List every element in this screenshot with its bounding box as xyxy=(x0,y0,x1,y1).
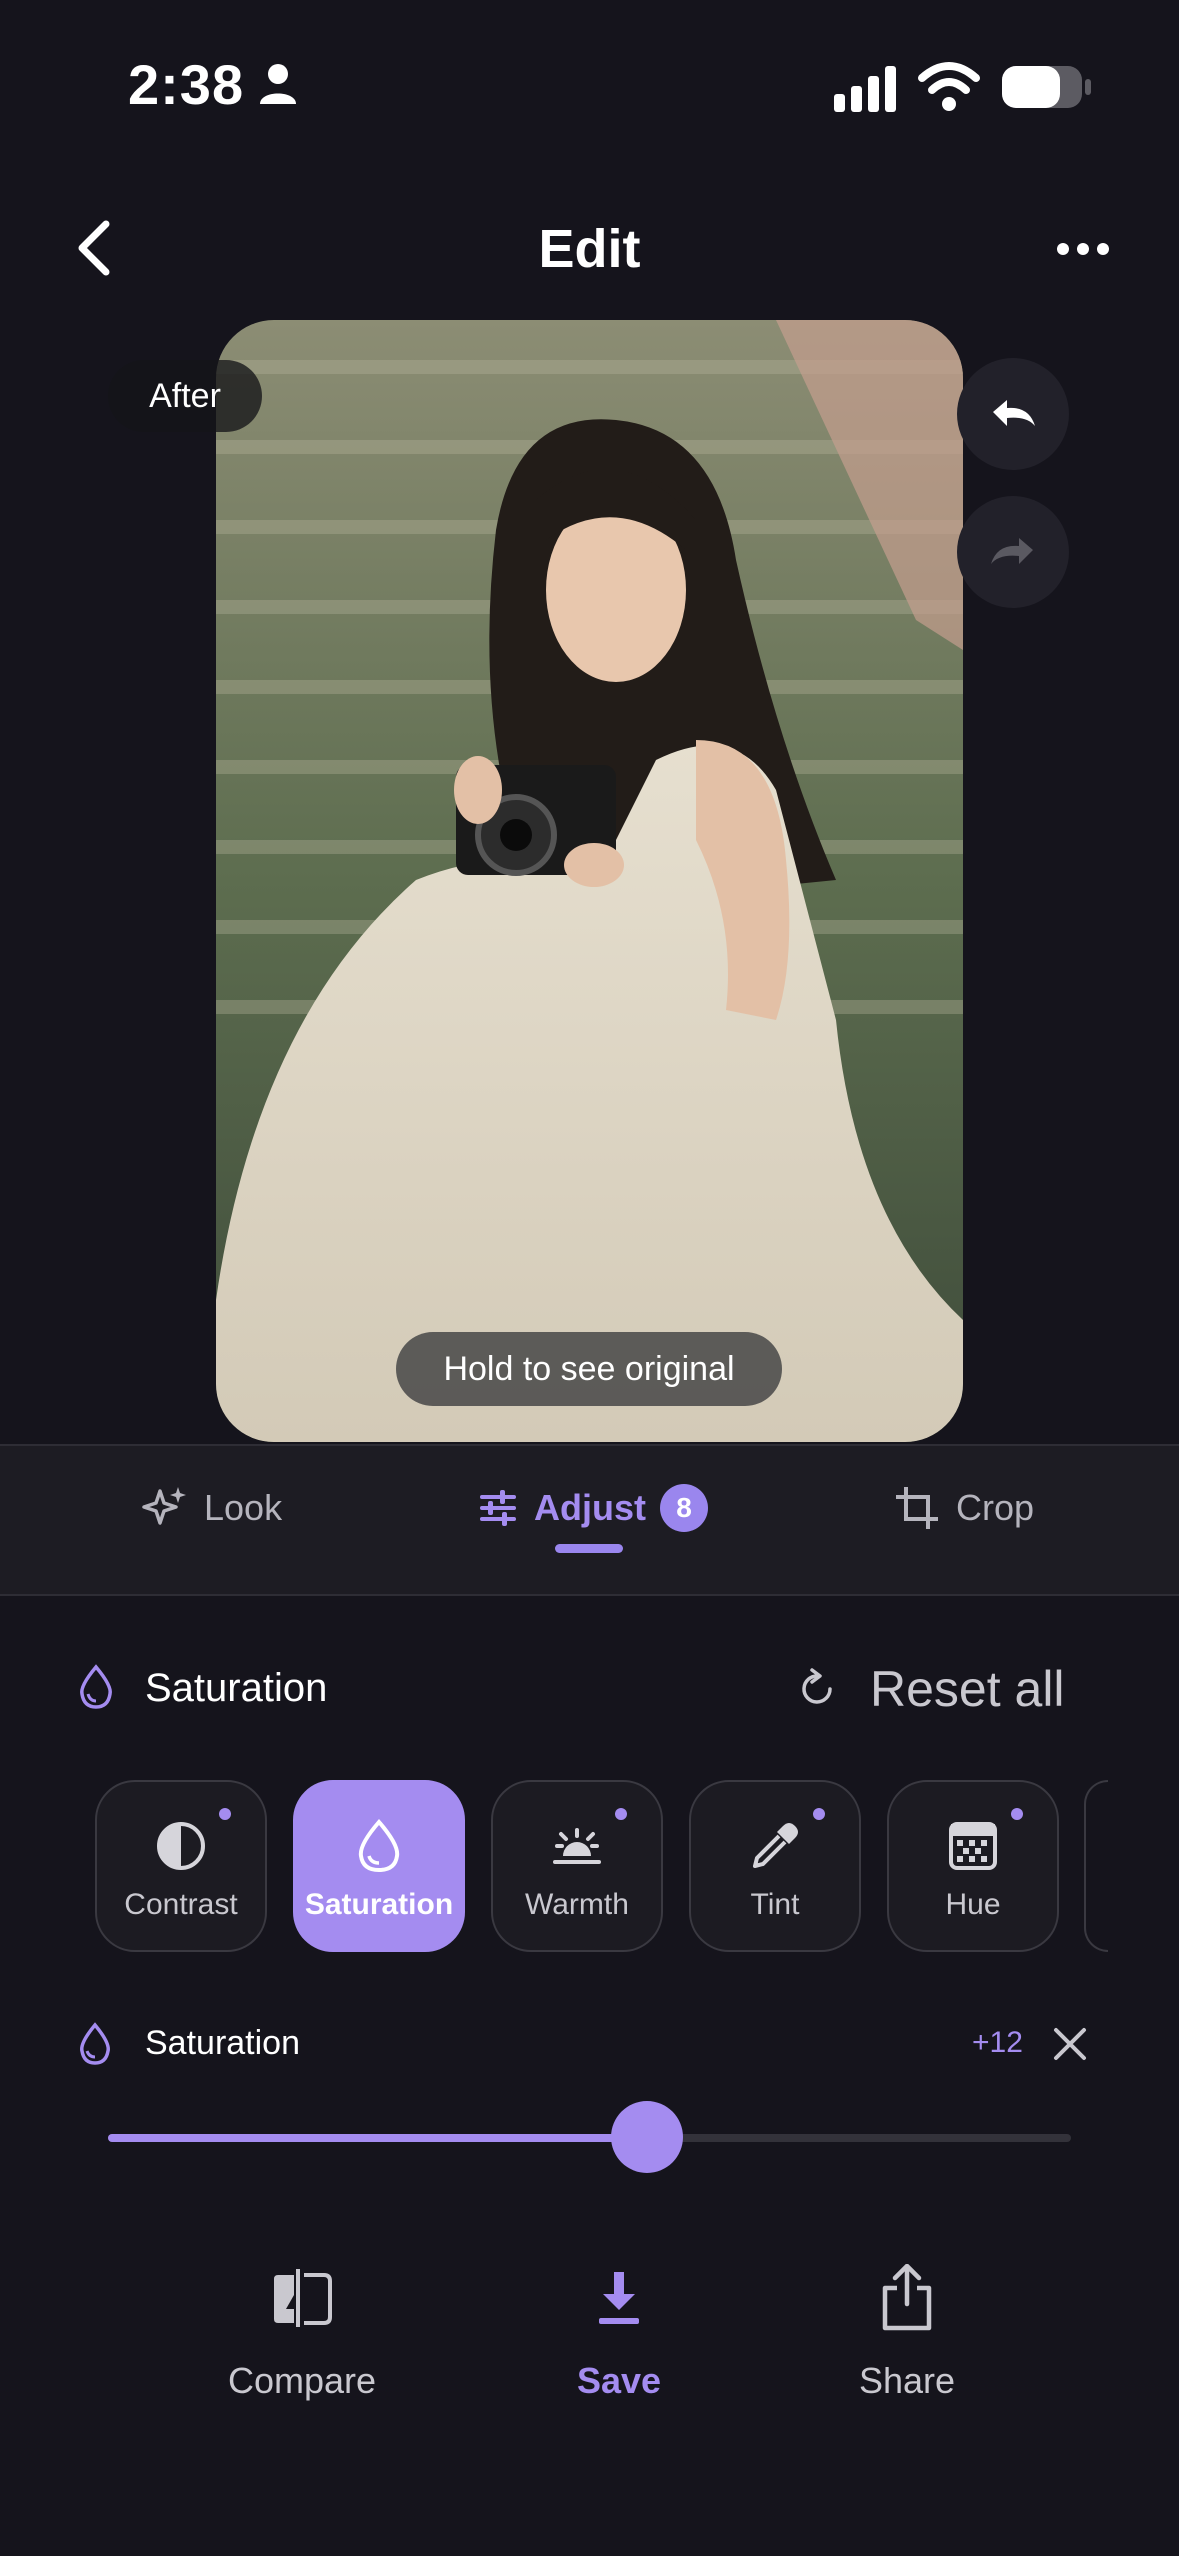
sliders-icon xyxy=(480,1490,516,1526)
tool-hue[interactable]: Hue xyxy=(887,1780,1059,1952)
share-button[interactable]: Share xyxy=(787,2262,1027,2402)
tool-contrast[interactable]: Contrast xyxy=(95,1780,267,1952)
person-icon xyxy=(260,64,296,104)
cellular-signal-icon xyxy=(834,66,896,112)
battery-icon xyxy=(1002,66,1091,108)
modified-dot xyxy=(1011,1808,1023,1820)
portrait-photo xyxy=(216,320,963,1442)
download-icon xyxy=(599,2272,639,2324)
droplet-icon xyxy=(80,2022,110,2065)
crop-icon xyxy=(896,1487,938,1529)
compare-label: Compare xyxy=(227,2360,377,2401)
tool-contrast-label: Contrast xyxy=(124,1888,238,1921)
after-label: After xyxy=(108,360,262,432)
active-tab-indicator xyxy=(555,1544,623,1553)
adjust-count-badge: 8 xyxy=(660,1484,708,1532)
tool-tint[interactable]: Tint xyxy=(689,1780,861,1952)
save-button[interactable]: Save xyxy=(499,2262,739,2402)
sparkle-icon xyxy=(142,1487,186,1525)
redo-button[interactable] xyxy=(957,496,1069,608)
slider-fill xyxy=(108,2134,647,2142)
tab-crop[interactable]: Crop xyxy=(894,1474,1034,1542)
page-title: Edit xyxy=(538,219,641,279)
droplet-icon xyxy=(358,1818,400,1873)
share-label: Share xyxy=(858,2360,956,2401)
reset-all-label: Reset all xyxy=(870,1661,1065,1717)
save-label: Save xyxy=(576,2360,662,2401)
undo-button[interactable] xyxy=(957,358,1069,470)
wifi-icon xyxy=(918,62,980,111)
reset-icon xyxy=(802,1668,832,1704)
tab-adjust[interactable]: Adjust 8 xyxy=(478,1474,708,1542)
tool-tint-label: Tint xyxy=(750,1888,800,1921)
hold-to-see-original-hint[interactable]: Hold to see original xyxy=(396,1332,782,1406)
tool-hue-label: Hue xyxy=(945,1888,1001,1921)
redo-icon xyxy=(991,538,1033,564)
sunrise-icon xyxy=(553,1828,601,1864)
modified-dot xyxy=(219,1808,231,1820)
tool-saturation-label: Saturation xyxy=(304,1888,454,1921)
tool-warmth[interactable]: Warmth xyxy=(491,1780,663,1952)
more-options-icon[interactable] xyxy=(1056,236,1110,262)
close-icon[interactable] xyxy=(1052,2026,1088,2062)
slider-label: Saturation xyxy=(145,2024,300,2062)
slider-value: +12 xyxy=(972,2026,1023,2059)
tab-look-label: Look xyxy=(204,1487,283,1528)
modified-dot xyxy=(615,1808,627,1820)
current-adjustment-title: Saturation xyxy=(145,1666,328,1710)
status-time: 2:38 xyxy=(128,53,245,116)
slider-thumb[interactable] xyxy=(611,2101,683,2173)
tool-partial-next[interactable] xyxy=(1084,1780,1108,1952)
tab-crop-label: Crop xyxy=(956,1487,1035,1528)
share-icon xyxy=(882,2264,932,2331)
modified-dot xyxy=(813,1808,825,1820)
compare-icon xyxy=(274,2269,332,2327)
contrast-icon xyxy=(157,1822,205,1870)
droplet-icon xyxy=(80,1664,112,1709)
tool-warmth-label: Warmth xyxy=(525,1888,629,1921)
compare-button[interactable]: Compare xyxy=(182,2262,422,2402)
tab-look[interactable]: Look xyxy=(142,1474,282,1542)
tool-saturation[interactable]: Saturation xyxy=(293,1780,465,1952)
photo-preview[interactable] xyxy=(216,320,963,1442)
gradient-grid-icon xyxy=(949,1822,997,1870)
eyedropper-icon xyxy=(753,1823,798,1868)
undo-icon xyxy=(993,400,1035,426)
tab-adjust-label: Adjust xyxy=(534,1487,646,1528)
reset-all-button[interactable]: Reset all xyxy=(796,1660,1065,1718)
